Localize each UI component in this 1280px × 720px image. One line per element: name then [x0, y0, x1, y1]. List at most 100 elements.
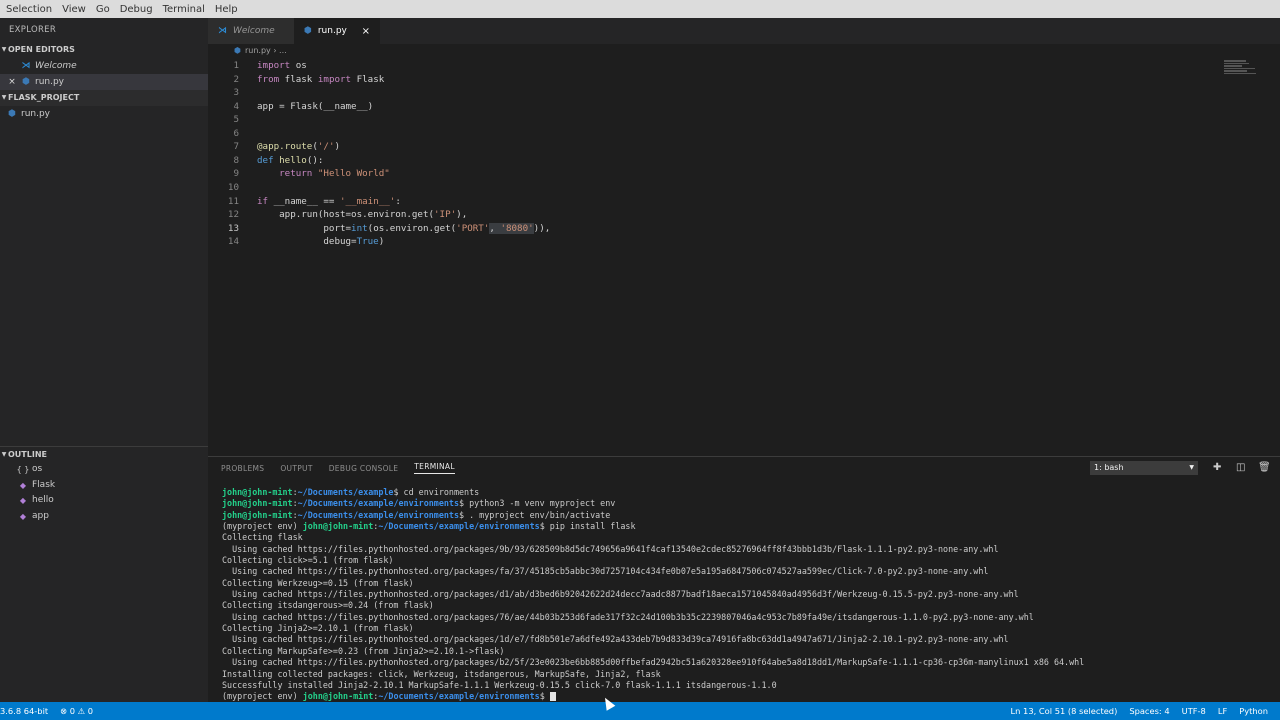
tab-terminal[interactable]: TERMINAL [414, 462, 455, 474]
menu-help[interactable]: Help [211, 4, 242, 15]
breadcrumb[interactable]: ⬢ run.py › ... [208, 44, 1280, 56]
code-line[interactable]: 4 app = Flask(__name__) [208, 100, 1208, 114]
python-icon: ⬢ [234, 45, 241, 55]
code-text: app.run(host=os.environ.get('IP'), [257, 209, 468, 221]
code-text: def hello(): [257, 154, 324, 166]
file-run-py[interactable]: ⬢ run.py [0, 106, 208, 122]
symbol-icon: ◆ [19, 511, 27, 521]
code-text: if __name__ == '__main__': [257, 195, 401, 207]
terminal-line: Collecting Werkzeug>=0.15 (from flask) [222, 577, 414, 588]
outline-item-hello[interactable]: ◆ hello [0, 493, 208, 509]
tab-welcome[interactable]: ⋊ Welcome [208, 18, 294, 44]
terminal-line: (myproject env) john@john-mint:~/Documen… [222, 691, 1272, 702]
terminal-line: Using cached https://files.pythonhosted.… [222, 657, 1085, 668]
indentation[interactable]: Spaces: 4 [1129, 706, 1169, 716]
open-editor-run-py[interactable]: × ⬢ run.py [0, 74, 208, 90]
python-icon: ⬢ [22, 77, 30, 87]
code-line[interactable]: 8 def hello(): [208, 154, 1208, 168]
terminal-line: Collecting click>=5.1 (from flask) [222, 555, 394, 566]
line-number: 4 [233, 100, 239, 112]
code-line[interactable]: 6 [208, 127, 1208, 141]
terminal-line: john@john-mint:~/Documents/example/envir… [222, 509, 611, 520]
outline-item-app[interactable]: ◆ app [0, 509, 208, 525]
open-editors-header[interactable]: ▼ OPEN EDITORS [0, 42, 208, 58]
explorer-sidebar: EXPLORER ▼ OPEN EDITORS ⋊ Welcome × ⬢ ru… [0, 18, 208, 702]
status-bar: 3.6.8 64-bit ⊗ 0 ⚠ 0 Ln 13, Col 51 (8 se… [0, 702, 1280, 720]
terminal-line: Successfully installed Jinja2-2.10.1 Mar… [222, 679, 777, 690]
vscode-icon: ⋊ [218, 26, 227, 36]
line-number: 9 [233, 168, 239, 180]
line-number: 11 [227, 195, 239, 207]
code-line[interactable]: 14 debug=True) [208, 235, 1208, 249]
code-line[interactable]: 11 if __name__ == '__main__': [208, 195, 1208, 209]
line-number: 10 [227, 181, 239, 193]
open-editor-welcome[interactable]: ⋊ Welcome [0, 58, 208, 74]
terminal-line: Using cached https://files.pythonhosted.… [222, 543, 999, 554]
line-number: 7 [233, 141, 239, 153]
line-number: 2 [233, 73, 239, 85]
terminal-cursor [549, 692, 556, 702]
terminal-line: Using cached https://files.pythonhosted.… [222, 566, 989, 577]
terminal-line: Collecting MarkupSafe>=0.23 (from Jinja2… [222, 645, 505, 656]
add-terminal-icon[interactable]: ✚ [1213, 462, 1221, 474]
language-mode[interactable]: Python [1239, 706, 1268, 716]
outline-list: { } os ◆ Flask ◆ hello ◆ app [0, 462, 208, 524]
code-line[interactable]: 9 return "Hello World" [208, 167, 1208, 181]
code-line[interactable]: 5 [208, 113, 1208, 127]
line-number: 3 [233, 87, 239, 99]
menu-selection[interactable]: Selection [2, 4, 56, 15]
code-line[interactable]: 12 app.run(host=os.environ.get('IP'), [208, 208, 1208, 222]
code-line[interactable]: 2 from flask import Flask [208, 73, 1208, 87]
code-editor[interactable]: 1 import os 2 from flask import Flask 3 4 app … [208, 56, 1280, 456]
terminal-output[interactable]: john@john-mint:~/Documents/example$ cd e… [222, 487, 1272, 703]
code-line[interactable]: 7 @app.route('/') [208, 140, 1208, 154]
menu-view[interactable]: View [58, 4, 90, 15]
terminal-line: Collecting Jinja2>=2.10.1 (from flask) [222, 623, 414, 634]
chevron-down-icon: ▼ [1, 46, 7, 53]
terminal-line: Collecting itsdangerous>=0.24 (from flas… [222, 600, 434, 611]
vscode-icon: ⋊ [21, 61, 31, 71]
terminal-line: john@john-mint:~/Documents/example/envir… [222, 498, 616, 509]
line-number: 6 [233, 127, 239, 139]
line-number: 1 [233, 60, 239, 71]
code-text: return "Hello World" [279, 168, 390, 180]
menu-go[interactable]: Go [92, 4, 114, 15]
tab-run-py[interactable]: ⬢ run.py × [294, 18, 380, 44]
terminal-line: Using cached https://files.pythonhosted.… [222, 634, 1009, 645]
terminal-line: (myproject env) john@john-mint:~/Documen… [222, 521, 636, 532]
trash-icon[interactable]: 🗑 [1258, 462, 1271, 474]
encoding[interactable]: UTF-8 [1182, 706, 1206, 716]
line-number: 12 [227, 209, 239, 221]
problems-indicator[interactable]: ⊗ 0 ⚠ 0 [60, 706, 93, 716]
line-number: 13 [227, 222, 239, 234]
code-line[interactable]: 13 port=int(os.environ.get('PORT', '8080… [208, 222, 1208, 236]
code-text: app = Flask(__name__) [257, 100, 374, 112]
tab-output[interactable]: OUTPUT [280, 464, 312, 473]
outline-header[interactable]: ▼ OUTLINE [0, 446, 208, 462]
end-of-line[interactable]: LF [1218, 706, 1227, 716]
close-icon[interactable]: × [362, 26, 370, 37]
module-icon: { } [16, 465, 30, 474]
close-icon[interactable]: × [5, 74, 19, 90]
code-text: port=int(os.environ.get('PORT', '8080'))… [257, 222, 551, 234]
tab-problems[interactable]: PROBLEMS [221, 464, 264, 473]
cursor-position[interactable]: Ln 13, Col 51 (8 selected) [1011, 706, 1118, 716]
menu-bar: Selection View Go Debug Terminal Help [0, 0, 1280, 18]
code-line[interactable]: 1 import os [208, 59, 1208, 73]
tab-debug-console[interactable]: DEBUG CONSOLE [329, 464, 399, 473]
outline-item-flask[interactable]: ◆ Flask [0, 478, 208, 494]
terminal-select[interactable]: 1: bash ▼ [1090, 461, 1198, 475]
project-folder-header[interactable]: ▼ FLASK_PROJECT [0, 90, 208, 106]
split-terminal-icon[interactable]: ◫ [1236, 462, 1245, 474]
minimap[interactable] [1224, 60, 1260, 82]
symbol-icon: ◆ [19, 480, 27, 490]
python-interpreter[interactable]: 3.6.8 64-bit [0, 706, 48, 716]
code-text: @app.route('/') [257, 141, 341, 153]
menu-debug[interactable]: Debug [116, 4, 157, 15]
code-line[interactable]: 10 [208, 181, 1208, 195]
editor-tabs: ⋊ Welcome ⬢ run.py × [208, 18, 1280, 44]
code-line[interactable]: 3 [208, 86, 1208, 100]
code-text: from flask import Flask [257, 73, 385, 85]
outline-item-os[interactable]: { } os [0, 462, 208, 478]
menu-terminal[interactable]: Terminal [159, 4, 209, 15]
